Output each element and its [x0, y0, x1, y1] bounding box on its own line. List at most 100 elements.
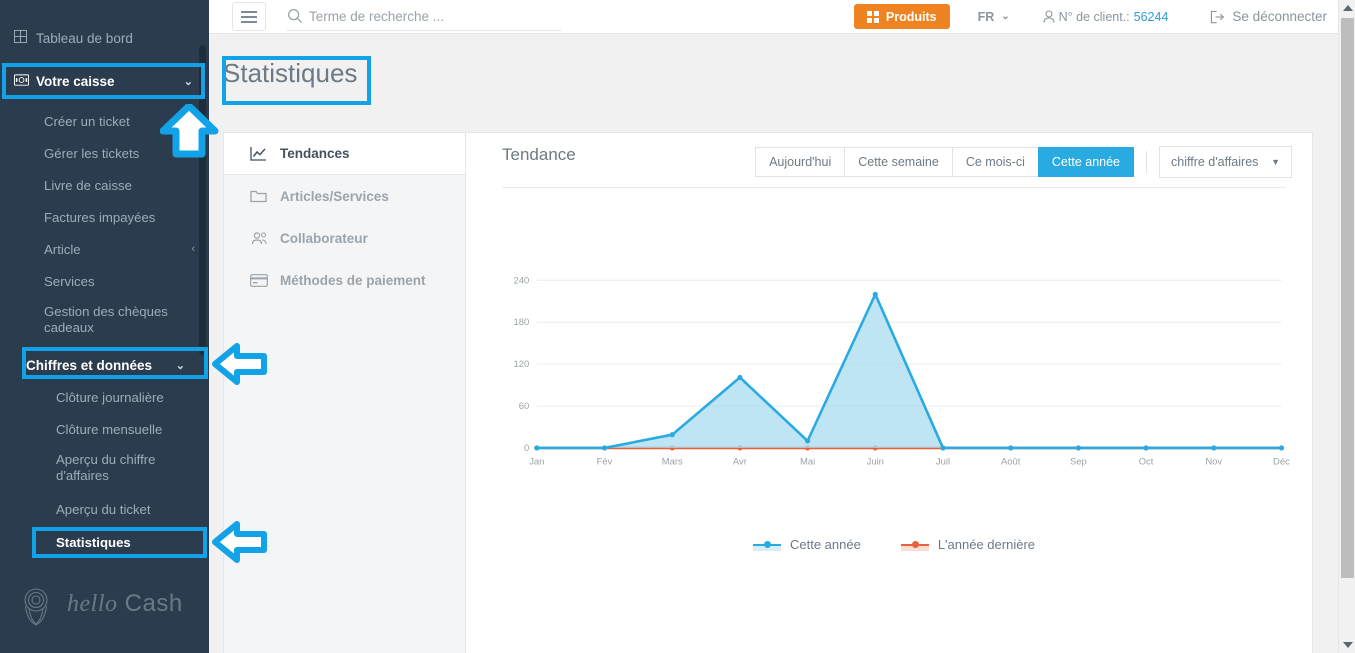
products-button[interactable]: Produits: [853, 4, 950, 29]
menu-toggle-button[interactable]: [232, 2, 266, 31]
panel-header: Tendance Aujourd'hui Cette semaine Ce mo…: [466, 133, 1312, 205]
logo-hello: hello: [67, 591, 118, 617]
sidebar-item-dashboard[interactable]: Tableau de bord: [0, 22, 133, 54]
statistics-card: Tendances Articles/Services Collaborateu…: [223, 132, 1313, 653]
range-controls: Aujourd'hui Cette semaine Ce mois-ci Cet…: [755, 146, 1292, 178]
chevron-down-icon: ⌄: [175, 359, 185, 372]
sidebar-item-label: Aperçu du chiffre d'affaires: [56, 452, 156, 483]
grid-icon: [866, 10, 879, 23]
range-button-today[interactable]: Aujourd'hui: [755, 147, 846, 177]
chevron-down-icon: ⌄: [183, 75, 193, 88]
sidebar-data-items: Clôture journalière Clôture mensuelle Ap…: [0, 381, 209, 559]
sidebar-group-label: Votre caisse: [36, 73, 115, 89]
sidebar-item-services[interactable]: Services: [0, 265, 209, 297]
sidebar-cash-items: Créer un ticket Gérer les tickets Livre …: [0, 105, 209, 345]
sidebar-item-label: Services: [44, 273, 95, 289]
chevron-down-icon: ⌄: [1001, 11, 1010, 22]
sidebar-item-label: Statistiques: [56, 534, 131, 550]
metric-select[interactable]: chiffre d'affaires ▼: [1159, 146, 1292, 178]
svg-text:Avr: Avr: [733, 457, 747, 468]
logo-cash: Cash: [124, 590, 183, 617]
sidebar-item-article[interactable]: Article ‹: [0, 233, 209, 265]
sidebar-item-cloture-journaliere[interactable]: Clôture journalière: [0, 381, 209, 413]
sidebar-item-gestion-cheques-cadeaux[interactable]: Gestion des chèques cadeaux: [0, 297, 209, 345]
chart-legend: Cette année L'année dernière: [502, 537, 1286, 552]
range-button-this-month[interactable]: Ce mois-ci: [951, 147, 1039, 177]
metric-select-value: chiffre d'affaires: [1171, 155, 1259, 169]
app-window: Tableau de bord Votre caisse ⌄ Créer un …: [0, 0, 1355, 653]
legend-item-annee-derniere[interactable]: L'année dernière: [900, 537, 1035, 552]
sidebar-item-livre-de-caisse[interactable]: Livre de caisse: [0, 169, 209, 201]
range-button-this-year[interactable]: Cette année: [1037, 147, 1134, 177]
panel-title: Tendance: [502, 145, 576, 164]
tab-label: Articles/Services: [280, 188, 389, 204]
content-area: Statistiques Tendances Articles/Services: [209, 34, 1355, 653]
users-icon: [250, 230, 268, 246]
svg-text:Oct: Oct: [1139, 457, 1154, 468]
sidebar-item-label: Livre de caisse: [44, 177, 132, 193]
language-selector[interactable]: FR ⌄: [978, 10, 1010, 24]
scroll-down-arrow-icon[interactable]: [1343, 642, 1353, 648]
tab-collaborateur[interactable]: Collaborateur: [224, 217, 465, 259]
sidebar-item-apercu-chiffre-affaires[interactable]: Aperçu du chiffre d'affaires: [0, 445, 209, 493]
sidebar-item-apercu-du-ticket[interactable]: Aperçu du ticket: [0, 493, 209, 525]
sidebar-item-gerer-les-tickets[interactable]: Gérer les tickets: [0, 137, 209, 169]
customer-label: N° de client.:: [1058, 9, 1130, 24]
sidebar-item-creer-un-ticket[interactable]: Créer un ticket: [0, 105, 209, 137]
tab-label: Méthodes de paiement: [280, 272, 426, 288]
svg-text:Jan: Jan: [529, 457, 544, 468]
page-scrollbar[interactable]: [1338, 0, 1355, 653]
sidebar-item-statistiques[interactable]: Statistiques: [0, 525, 209, 559]
sidebar-group-chiffres-et-donnees[interactable]: Chiffres et données ⌄: [0, 348, 209, 382]
legend-label: Cette année: [789, 537, 861, 552]
svg-text:240: 240: [513, 275, 529, 286]
svg-text:Juil: Juil: [936, 457, 950, 468]
svg-text:Sep: Sep: [1070, 457, 1087, 468]
top-bar-right: Produits FR ⌄ N° de client.: 56244 Se dé…: [853, 0, 1355, 34]
search-icon: [287, 8, 303, 24]
hamburger-icon-line: [241, 15, 257, 18]
svg-text:0: 0: [524, 443, 529, 454]
hamburger-icon-line: [241, 20, 257, 23]
tab-methodes-de-paiement[interactable]: Méthodes de paiement: [224, 259, 465, 301]
svg-text:120: 120: [513, 359, 529, 370]
legend-label: L'année dernière: [937, 537, 1035, 552]
tab-label: Collaborateur: [280, 230, 368, 246]
range-button-this-week[interactable]: Cette semaine: [844, 147, 953, 177]
tab-articles-services[interactable]: Articles/Services: [224, 175, 465, 217]
svg-text:60: 60: [519, 401, 530, 412]
sidebar-item-label: Gestion des chèques cadeaux: [44, 304, 168, 335]
svg-text:Mars: Mars: [662, 457, 683, 468]
svg-text:Août: Août: [1001, 457, 1021, 468]
sidebar-item-cloture-mensuelle[interactable]: Clôture mensuelle: [0, 413, 209, 445]
scrollbar-thumb[interactable]: [1341, 18, 1354, 578]
svg-text:Déc: Déc: [1273, 457, 1290, 468]
sidebar-group-label: Chiffres et données: [26, 357, 153, 373]
tab-tendances[interactable]: Tendances: [224, 133, 465, 175]
sidebar-item-label: Gérer les tickets: [44, 145, 140, 161]
location-pin-logo-icon: [24, 588, 48, 626]
panel-divider: [502, 187, 1286, 188]
products-button-label: Produits: [885, 9, 937, 24]
logout-button[interactable]: Se déconnecter: [1210, 9, 1327, 24]
folder-icon: [250, 188, 268, 204]
logout-label: Se déconnecter: [1232, 9, 1327, 24]
dashboard-icon: [14, 30, 36, 46]
svg-text:Mai: Mai: [800, 457, 815, 468]
svg-text:Juin: Juin: [867, 457, 884, 468]
scroll-up-arrow-icon[interactable]: [1343, 5, 1353, 11]
language-label: FR: [977, 9, 995, 24]
hellocash-logo: hello Cash: [14, 582, 183, 626]
sidebar-scrollbar[interactable]: [199, 45, 206, 355]
svg-text:Fév: Fév: [597, 457, 613, 468]
sidebar: Tableau de bord Votre caisse ⌄ Créer un …: [0, 0, 209, 653]
sidebar-item-factures-impayees[interactable]: Factures impayées: [0, 201, 209, 233]
search-box[interactable]: [287, 3, 561, 31]
search-input[interactable]: [309, 8, 561, 24]
top-bar: Produits FR ⌄ N° de client.: 56244: [209, 0, 1355, 34]
trend-panel: Tendance Aujourd'hui Cette semaine Ce mo…: [466, 133, 1312, 653]
legend-item-cette-annee[interactable]: Cette année: [752, 537, 861, 552]
customer-value: 56244: [1133, 9, 1169, 24]
sidebar-group-votre-caisse[interactable]: Votre caisse ⌄: [0, 64, 209, 98]
tab-label: Tendances: [280, 146, 350, 161]
